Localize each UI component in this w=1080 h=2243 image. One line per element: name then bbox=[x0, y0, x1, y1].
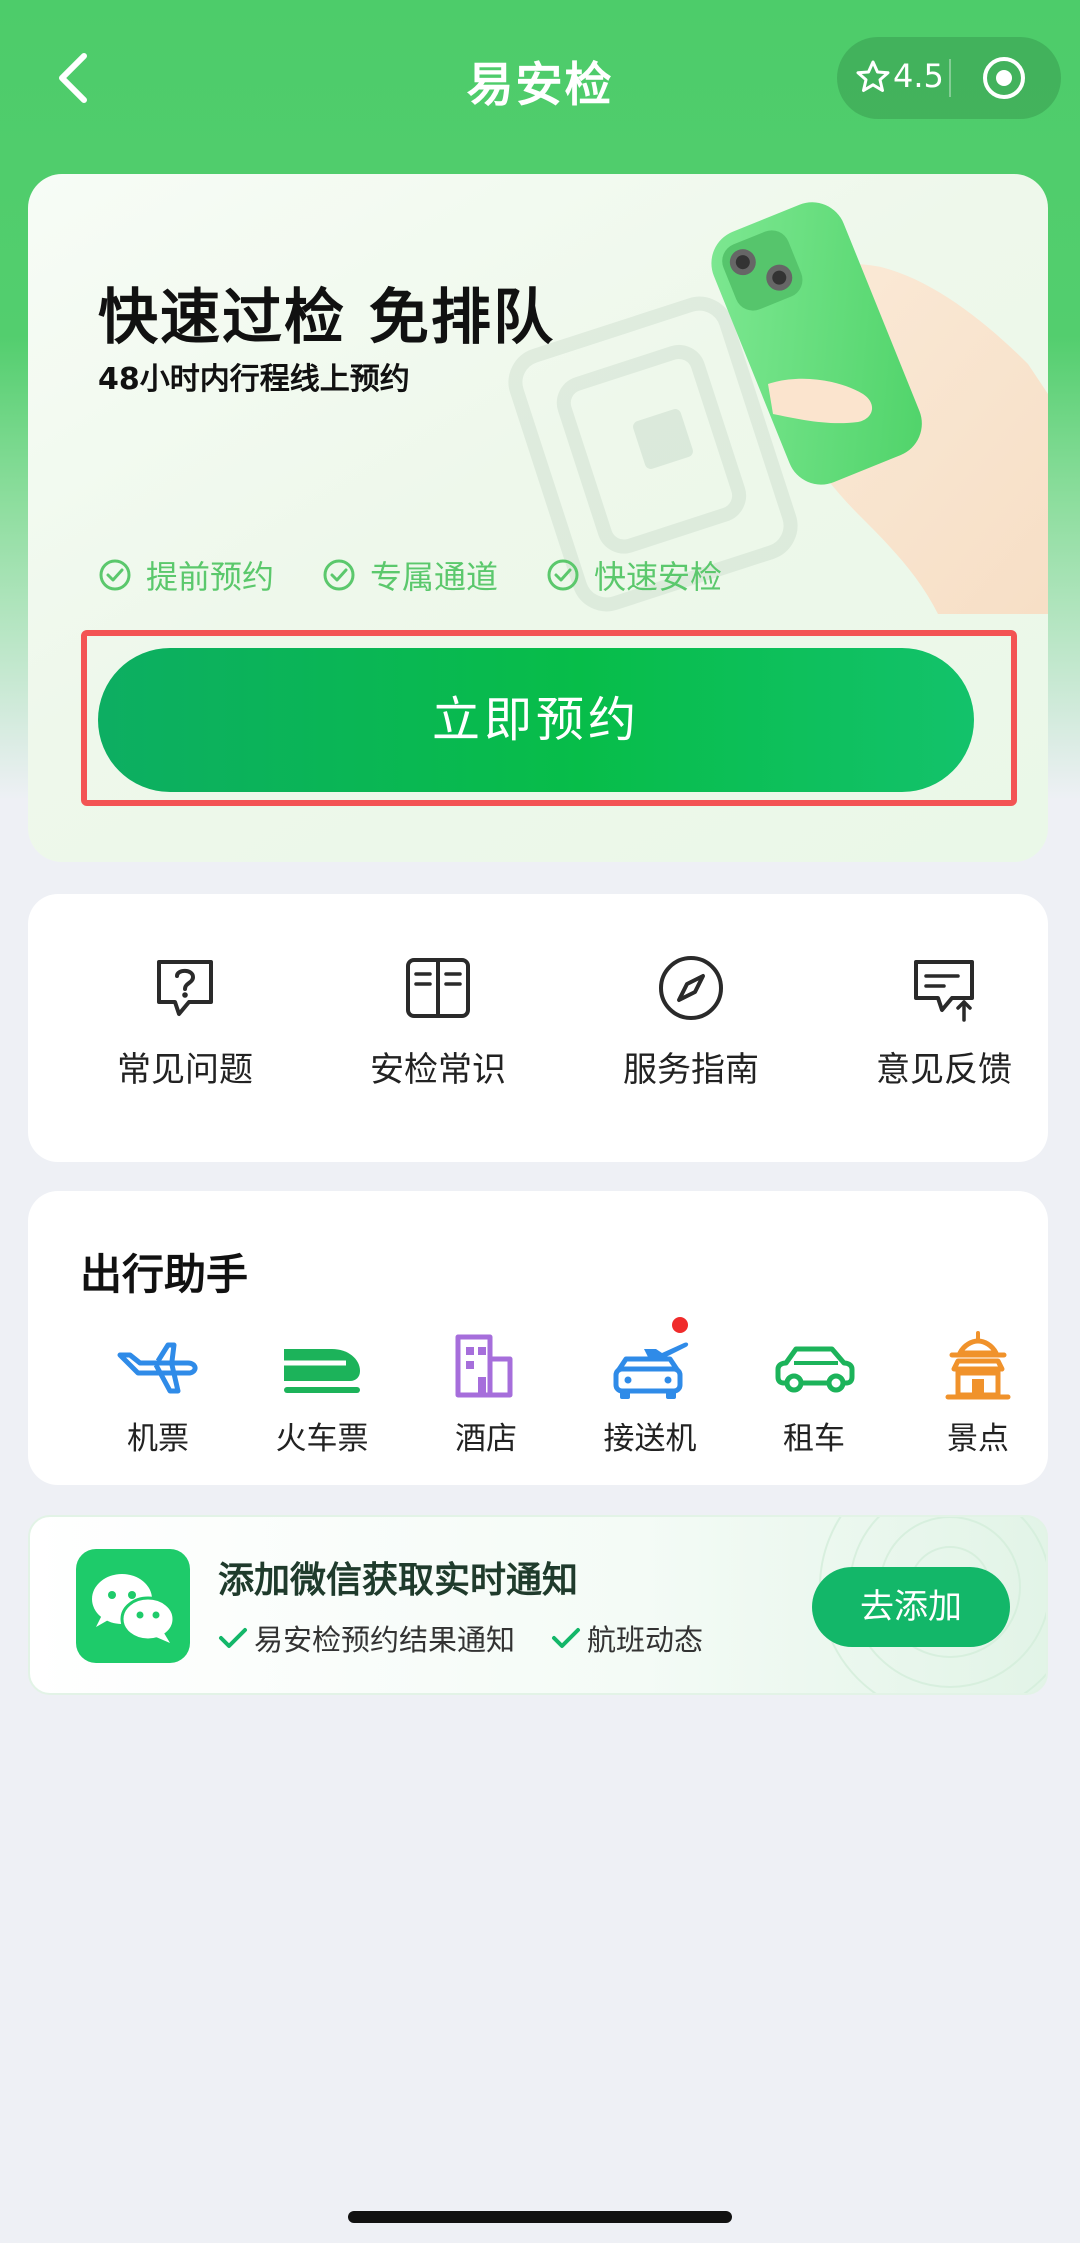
check-icon bbox=[219, 1628, 247, 1648]
wechat-notify-card: 添加微信获取实时通知 易安检预约结果通知 航班动态 去添加 bbox=[28, 1515, 1048, 1695]
attraction-icon bbox=[945, 1331, 1011, 1400]
hero-title: 快速过检 免排队 bbox=[98, 283, 555, 353]
assistant-label: 景点 bbox=[947, 1421, 1009, 1457]
assistant-item-hotel[interactable]: 酒店 bbox=[416, 1331, 556, 1458]
check-circle-icon bbox=[323, 559, 355, 591]
quick-link-security-tips[interactable]: 安检常识 bbox=[338, 952, 538, 1091]
feature-item: 提前预约 bbox=[98, 552, 274, 598]
travel-assistant-card: 出行助手 机票 火车票 酒店 接送机 租车 景点 bbox=[28, 1191, 1048, 1485]
compass-icon bbox=[659, 956, 723, 1020]
assistant-label: 酒店 bbox=[455, 1421, 517, 1457]
assistant-label: 租车 bbox=[783, 1421, 845, 1457]
wechat-bullet: 航班动态 bbox=[551, 1617, 703, 1659]
wechat-card-title: 添加微信获取实时通知 bbox=[218, 1560, 579, 1601]
quick-link-label: 安检常识 bbox=[370, 1050, 506, 1090]
capsule-divider bbox=[949, 59, 951, 97]
assistant-label: 接送机 bbox=[603, 1421, 697, 1457]
hotel-icon bbox=[455, 1334, 513, 1398]
wechat-icon bbox=[92, 1574, 176, 1643]
assistant-item-train[interactable]: 火车票 bbox=[252, 1331, 392, 1458]
add-wechat-button[interactable]: 去添加 bbox=[812, 1567, 1010, 1647]
quick-link-faq[interactable]: 常见问题 bbox=[85, 952, 285, 1091]
quick-links-card: 常见问题 安检常识 服务指南 意见反馈 bbox=[28, 894, 1048, 1162]
check-circle-icon bbox=[99, 559, 131, 591]
assistant-item-attraction[interactable]: 景点 bbox=[908, 1331, 1048, 1458]
feature-list: 提前预约 专属通道 快速安检 bbox=[98, 552, 770, 598]
book-now-button[interactable]: 立即预约 bbox=[98, 648, 974, 792]
car-rental-icon bbox=[775, 1346, 855, 1393]
feature-item: 专属通道 bbox=[322, 552, 498, 598]
book-icon bbox=[406, 958, 470, 1018]
wechat-bullet-label: 航班动态 bbox=[587, 1623, 704, 1657]
section-title: 出行助手 bbox=[80, 1250, 249, 1299]
star-icon[interactable] bbox=[855, 59, 891, 95]
assistant-item-airport-transfer[interactable]: 接送机 bbox=[580, 1317, 720, 1458]
quick-link-service-guide[interactable]: 服务指南 bbox=[591, 952, 791, 1091]
home-indicator bbox=[348, 2211, 732, 2223]
check-icon bbox=[552, 1628, 581, 1648]
wechat-bullet-list: 易安检预约结果通知 航班动态 bbox=[218, 1617, 739, 1659]
target-icon[interactable] bbox=[981, 55, 1027, 101]
assistant-label: 机票 bbox=[127, 1421, 189, 1457]
quick-link-label: 服务指南 bbox=[623, 1050, 759, 1090]
train-icon bbox=[284, 1349, 360, 1393]
question-bubble-icon bbox=[157, 960, 213, 1016]
wechat-bullet-label: 易安检预约结果通知 bbox=[254, 1623, 516, 1657]
check-circle-icon bbox=[547, 559, 579, 591]
nav-bar: 易安检 4.5 bbox=[0, 0, 1080, 160]
feedback-icon bbox=[914, 960, 974, 1022]
feature-label: 提前预约 bbox=[146, 558, 275, 596]
wechat-logo bbox=[76, 1549, 190, 1663]
feature-label: 专属通道 bbox=[370, 558, 499, 596]
feature-label: 快速安检 bbox=[594, 558, 723, 596]
rating-value: 4.5 bbox=[893, 57, 944, 95]
phone-hand-illustration bbox=[508, 202, 1048, 614]
quick-link-feedback[interactable]: 意见反馈 bbox=[844, 952, 1044, 1091]
notification-dot bbox=[672, 1317, 688, 1333]
mini-program-capsule: 4.5 bbox=[837, 37, 1061, 119]
feature-item: 快速安检 bbox=[546, 552, 722, 598]
hero-subtitle: 48小时内行程线上预约 bbox=[98, 362, 410, 397]
quick-link-label: 常见问题 bbox=[117, 1050, 253, 1090]
assistant-item-flight[interactable]: 机票 bbox=[88, 1331, 228, 1458]
wechat-bullet: 易安检预约结果通知 bbox=[218, 1617, 515, 1659]
airport-transfer-icon bbox=[613, 1342, 689, 1399]
quick-link-label: 意见反馈 bbox=[876, 1050, 1012, 1090]
assistant-item-car-rental[interactable]: 租车 bbox=[744, 1331, 884, 1458]
assistant-label: 火车票 bbox=[275, 1421, 369, 1457]
airplane-icon bbox=[117, 1342, 198, 1394]
